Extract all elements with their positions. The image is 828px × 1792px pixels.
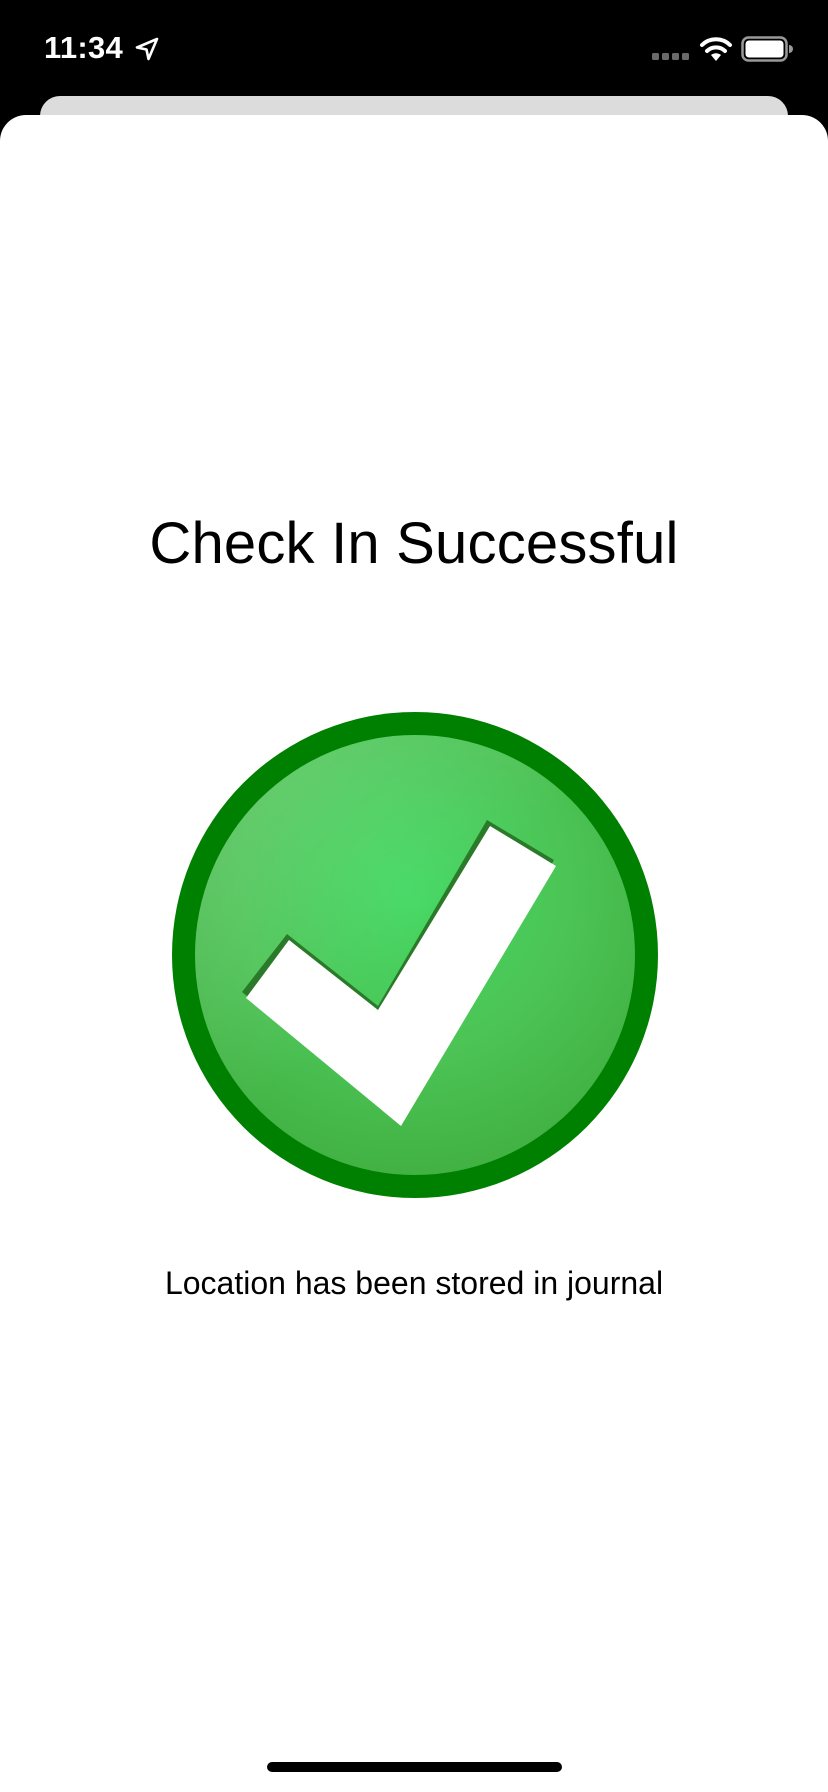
app-screen: 11:34 Check In Successful Location has b… bbox=[0, 0, 828, 1792]
check-in-sheet: Check In Successful Location has been st… bbox=[0, 115, 828, 1792]
home-indicator[interactable] bbox=[267, 1762, 562, 1772]
signal-dots-icon bbox=[652, 53, 689, 60]
battery-icon bbox=[741, 36, 793, 62]
checkmark-circle-icon bbox=[172, 712, 658, 1198]
status-time: 11:34 bbox=[44, 30, 124, 65]
location-arrow-icon bbox=[135, 37, 159, 61]
wifi-icon bbox=[700, 37, 732, 61]
status-message: Location has been stored in journal bbox=[164, 1265, 664, 1301]
page-title: Check In Successful bbox=[149, 511, 679, 576]
status-bar: 11:34 bbox=[0, 0, 828, 100]
